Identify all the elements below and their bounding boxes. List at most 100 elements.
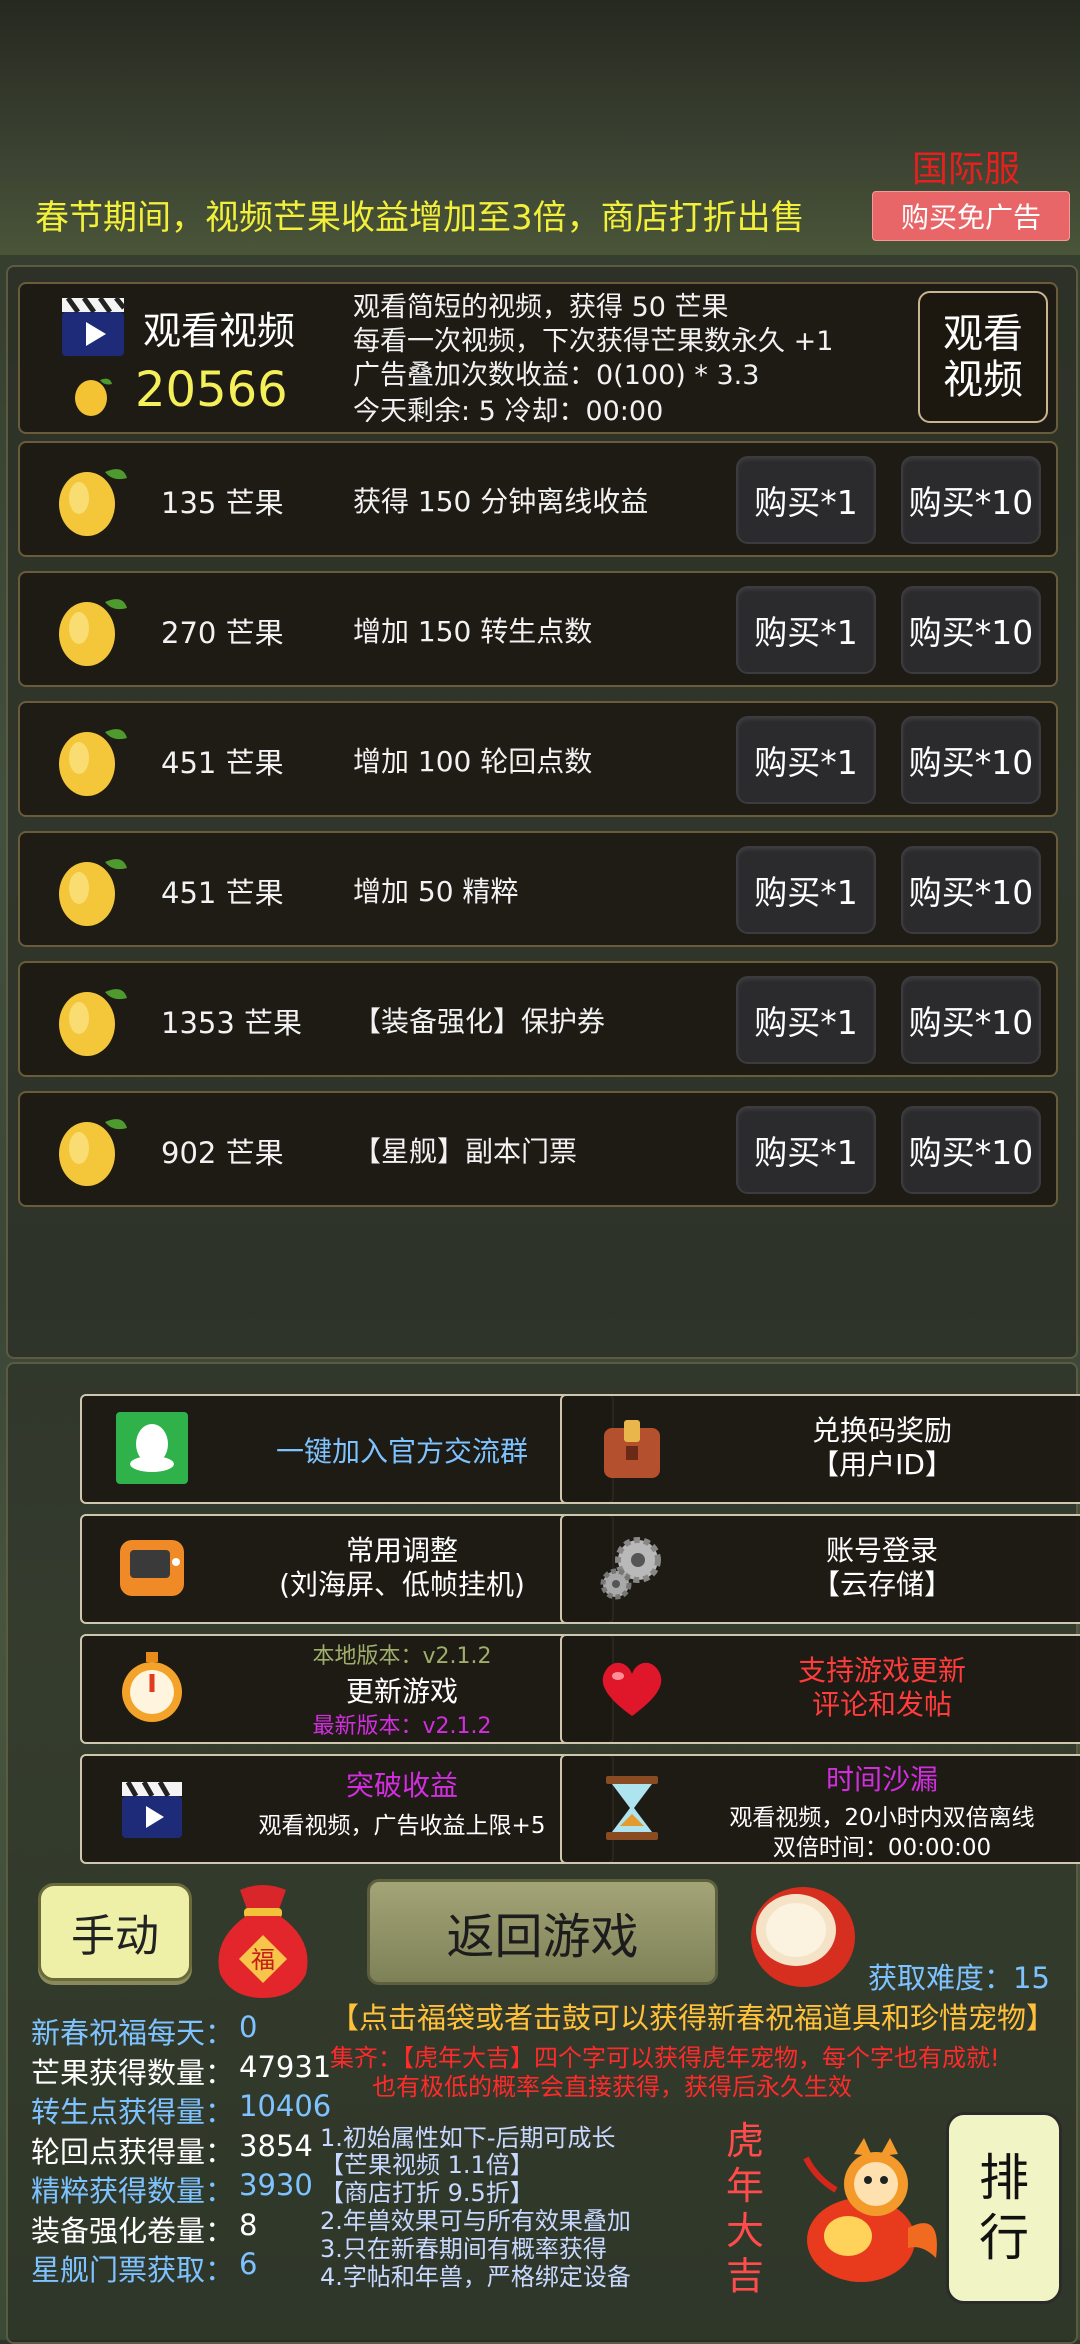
mango-icon <box>75 378 112 416</box>
watch-button-line2: 视频 <box>943 357 1023 403</box>
redeem-line1: 兑换码奖励 <box>811 1414 952 1447</box>
buy-1-button[interactable]: 购买*1 <box>736 846 876 934</box>
update-game-label: 更新游戏 <box>345 1675 458 1708</box>
stat-row: 转生点获得量： 10406 <box>31 2089 331 2131</box>
settings-line2: (刘海屏、低帧挂机) <box>279 1568 525 1601</box>
stat-label: 转生点获得量： <box>31 2095 235 2129</box>
difficulty-label: 获取难度：15 <box>868 1961 1050 1995</box>
join-group-label: 一键加入官方交流群 <box>275 1435 528 1468</box>
redeem-code-button[interactable]: 兑换码奖励 【用户ID】 <box>560 1394 1080 1504</box>
stat-label: 芒果获得数量： <box>31 2056 235 2090</box>
buy-10-button[interactable]: 购买*10 <box>901 976 1041 1064</box>
video-info-line: 今天剩余: 5 冷却：00:00 <box>353 396 664 427</box>
tiger-pet-icon <box>803 2138 937 2282</box>
item-price: 902 芒果 <box>161 1136 284 1170</box>
buy-10-button[interactable]: 购买*10 <box>901 846 1041 934</box>
return-game-button[interactable]: 返回游戏 <box>367 1879 718 1985</box>
buy-10-button[interactable]: 购买*10 <box>901 716 1041 804</box>
fu-char: 福 <box>251 1946 275 1974</box>
festival-notice: 春节期间，视频芒果收益增加至3倍，商店打折出售 <box>35 198 805 238</box>
buy-1-button[interactable]: 购买*1 <box>736 976 876 1064</box>
item-price: 1353 芒果 <box>161 1006 303 1040</box>
mango-icon <box>59 469 127 536</box>
heart-icon <box>602 1662 662 1716</box>
stat-value: 3854 <box>239 2129 313 2163</box>
buy-1-button[interactable]: 购买*1 <box>736 716 876 804</box>
account-login-button[interactable]: 账号登录 【云存储】 <box>560 1514 1080 1624</box>
settings-button[interactable]: 常用调整 (刘海屏、低帧挂机) <box>80 1514 614 1624</box>
stat-value: 3930 <box>239 2168 313 2202</box>
stat-value: 47931 <box>239 2050 332 2084</box>
ranking-button[interactable]: 排行 <box>946 2112 1062 2304</box>
mango-icon <box>59 1119 127 1186</box>
mango-icon <box>59 989 127 1056</box>
stat-label: 装备强化卷量： <box>31 2214 235 2248</box>
stopwatch-icon <box>122 1652 182 1722</box>
item-desc: 增加 150 转生点数 <box>353 615 593 648</box>
buy-1-button[interactable]: 购买*1 <box>736 456 876 544</box>
buy-no-ads-button[interactable]: 购买免广告 <box>872 191 1070 241</box>
buy-10-button[interactable]: 购买*10 <box>901 456 1041 544</box>
gear-icon <box>600 1537 661 1600</box>
stat-row: 精粹获得数量： 3930 <box>31 2168 313 2210</box>
buy-10-button[interactable]: 购买*10 <box>901 586 1041 674</box>
manual-button[interactable]: 手动 <box>38 1883 192 1981</box>
support-line1: 支持游戏更新 <box>797 1654 966 1687</box>
item-price: 451 芒果 <box>161 876 284 910</box>
stat-value: 6 <box>239 2247 258 2281</box>
stat-label: 新春祝福每天： <box>31 2016 235 2050</box>
login-line2: 【云存储】 <box>811 1568 952 1601</box>
item-price: 451 芒果 <box>161 746 284 780</box>
item-desc: 获得 150 分钟离线收益 <box>353 485 649 518</box>
lucky-bag-icon[interactable]: 福 <box>206 1880 320 2000</box>
stat-row: 芒果获得数量： 47931 <box>31 2050 331 2092</box>
drum-icon[interactable] <box>746 1882 860 1992</box>
stat-label: 精粹获得数量： <box>31 2174 235 2208</box>
watch-video-button[interactable]: 观看 视频 <box>918 291 1048 423</box>
item-desc: 【星舰】副本门票 <box>353 1135 578 1168</box>
server-label: 国际服 <box>912 149 1021 190</box>
qq-penguin-icon <box>116 1412 188 1484</box>
breakthrough-button[interactable]: 突破收益 观看视频，广告收益上限+5 <box>80 1754 614 1864</box>
support-line2: 评论和发帖 <box>811 1688 952 1721</box>
hourglass-desc: 观看视频，20小时内双倍离线 <box>729 1805 1035 1831</box>
latest-version: 最新版本：v2.1.2 <box>312 1714 492 1739</box>
buy-10-button[interactable]: 购买*10 <box>901 1106 1041 1194</box>
item-desc: 增加 100 轮回点数 <box>353 745 593 778</box>
treasure-bag-icon <box>604 1420 660 1478</box>
hint-chance: 也有极低的概率会直接获得，获得后永久生效 <box>372 2073 852 2101</box>
stat-value: 10406 <box>239 2089 332 2123</box>
mango-icon <box>59 599 127 666</box>
rank-line1: 排 <box>979 2149 1029 2207</box>
video-info-line: 广告叠加次数收益：0(100) * 3.3 <box>353 360 760 391</box>
hourglass-title: 时间沙漏 <box>825 1763 938 1796</box>
support-game-button[interactable]: 支持游戏更新 评论和发帖 <box>560 1634 1080 1744</box>
stat-row: 新春祝福每天： 0 <box>31 2010 257 2052</box>
mango-total: 20566 <box>135 362 288 418</box>
stat-value: 8 <box>239 2208 258 2242</box>
local-version: 本地版本：v2.1.2 <box>312 1644 492 1669</box>
stat-label: 星舰门票获取： <box>31 2253 235 2287</box>
item-price: 135 芒果 <box>161 486 284 520</box>
buy-1-button[interactable]: 购买*1 <box>736 1106 876 1194</box>
time-hourglass-button[interactable]: 时间沙漏 观看视频，20小时内双倍离线 双倍时间：00:00:00 <box>560 1754 1080 1864</box>
redeem-line2: 【用户ID】 <box>811 1448 953 1481</box>
mango-icon <box>59 859 127 926</box>
stat-row: 装备强化卷量： 8 <box>31 2208 257 2250</box>
item-price: 270 芒果 <box>161 616 284 650</box>
stat-row: 星舰门票获取： 6 <box>31 2247 257 2289</box>
video-title: 观看视频 <box>143 309 296 353</box>
note-line: 4.字帖和年兽，严格绑定设备 <box>320 2263 631 2291</box>
watch-button-line1: 观看 <box>943 311 1023 357</box>
update-game-button[interactable]: 本地版本：v2.1.2 更新游戏 最新版本：v2.1.2 <box>80 1634 614 1744</box>
clapperboard-icon <box>122 1780 182 1838</box>
login-line1: 账号登录 <box>825 1534 938 1567</box>
stat-label: 轮回点获得量： <box>31 2135 235 2169</box>
handheld-console-icon <box>120 1540 184 1596</box>
tiger-char: 吉 <box>726 2254 765 2298</box>
hourglass-icon <box>606 1776 658 1840</box>
buy-1-button[interactable]: 购买*1 <box>736 586 876 674</box>
hourglass-time: 双倍时间：00:00:00 <box>772 1835 992 1861</box>
stat-value: 0 <box>239 2010 258 2044</box>
join-group-button[interactable]: 一键加入官方交流群 <box>80 1394 614 1504</box>
